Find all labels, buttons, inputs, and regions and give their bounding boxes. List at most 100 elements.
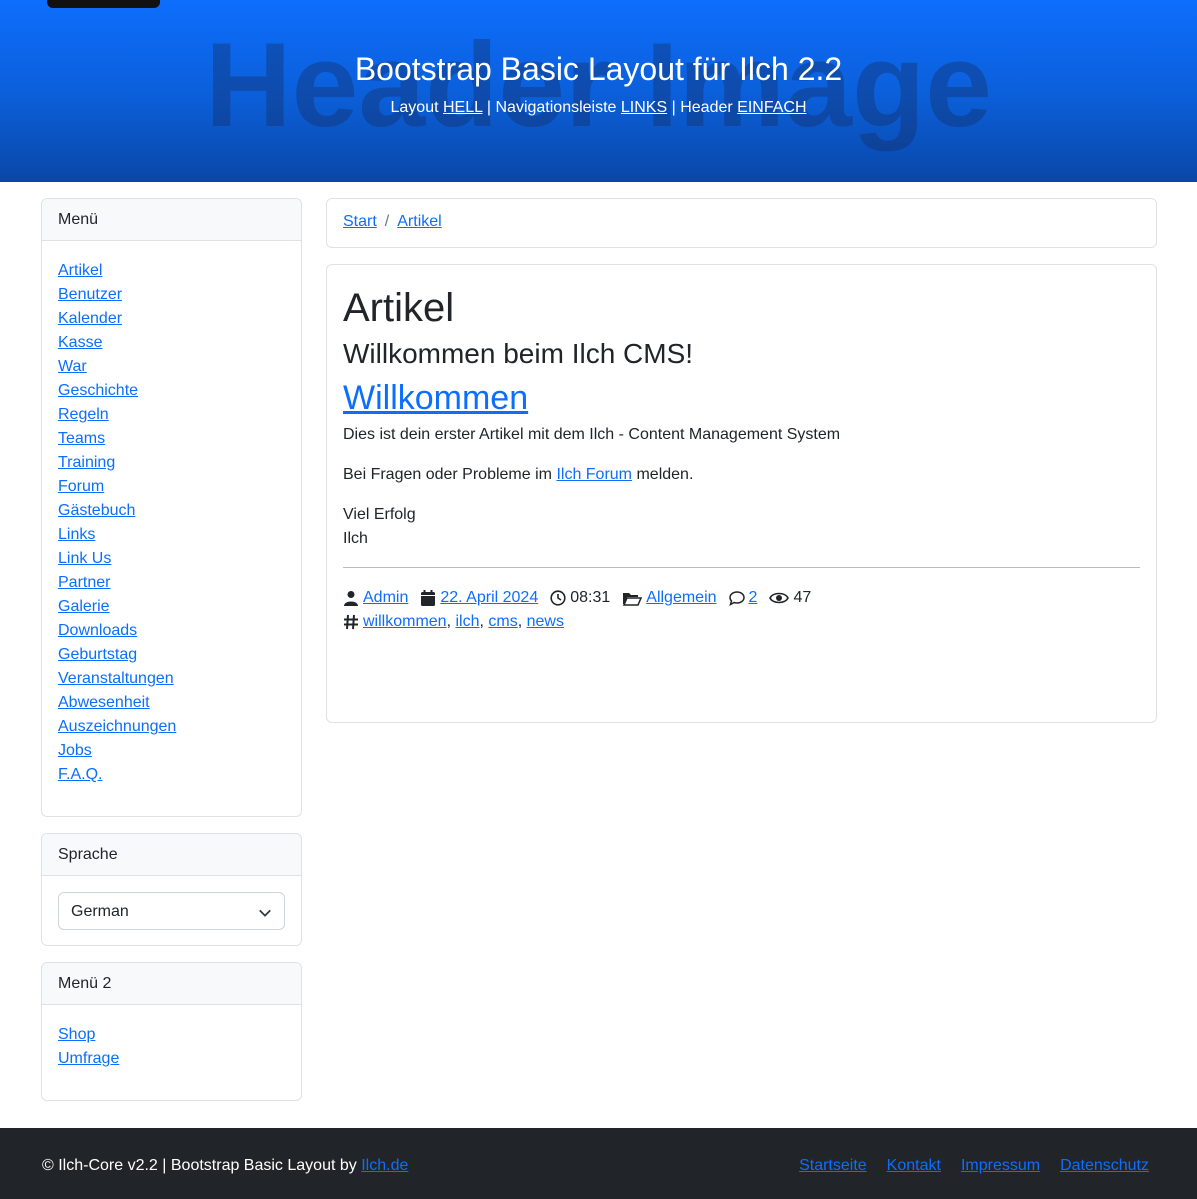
sidebar-link-regeln[interactable]: Regeln (58, 406, 109, 423)
sidebar-item-benutzer: Benutzer (58, 283, 285, 307)
article-title-link[interactable]: Willkommen (343, 377, 1140, 419)
language-select-value: German (71, 903, 129, 920)
footer-links: Startseite Kontakt Impressum Datenschutz (779, 1128, 1149, 1199)
footer-link-kontakt[interactable]: Kontakt (887, 1157, 941, 1174)
breadcrumb-card: Start / Artikel (326, 198, 1157, 248)
sidebar-item-link-us: Link Us (58, 547, 285, 571)
sidebar-item-geschichte: Geschichte (58, 379, 285, 403)
language-card-title: Sprache (42, 834, 301, 876)
sidebar-link-kalender[interactable]: Kalender (58, 310, 122, 327)
sidebar-link-f-a-q[interactable]: F.A.Q. (58, 766, 102, 783)
menu-list: Artikel Benutzer Kalender Kasse War Geschicht… (42, 241, 301, 787)
tag-list: willkommen, ilch, cms, news (363, 610, 564, 634)
page-title: Artikel (343, 286, 455, 330)
sidebar-link-veranstaltungen[interactable]: Veranstaltungen (58, 670, 174, 687)
sidebar-link-abwesenheit[interactable]: Abwesenheit (58, 694, 150, 711)
article-meta: Admin 22. April 2024 08:31 Allgemein 2 4… (343, 586, 1140, 610)
ilch-link[interactable]: Ilch.de (361, 1157, 408, 1174)
sidebar-link-geschichte[interactable]: Geschichte (58, 382, 138, 399)
site-title: Bootstrap Basic Layout für Ilch 2.2 (354, 51, 843, 87)
sidebar-item-artikel: Artikel (58, 259, 285, 283)
sidebar-link-links[interactable]: Links (58, 526, 95, 543)
breadcrumb-start[interactable]: Start (343, 213, 377, 230)
tag-link-cms[interactable]: cms (488, 613, 517, 630)
footer-link-impressum[interactable]: Impressum (961, 1157, 1040, 1174)
sidebar-link-partner[interactable]: Partner (58, 574, 110, 591)
article-closing-1: Viel Erfolg (343, 506, 416, 523)
copyright-text: © Ilch-Core v2.2 | Bootstrap Basic Layou… (42, 1157, 357, 1174)
comment-icon (728, 590, 745, 606)
sidebar-link-kasse[interactable]: Kasse (58, 334, 102, 351)
sidebar-item-geburtstag: Geburtstag (58, 643, 285, 667)
site-subtitle: Layout HELL | Navigationsleiste LINKS | … (0, 96, 1197, 120)
sidebar-item-veranstaltungen: Veranstaltungen (58, 667, 285, 691)
questions-text-post: melden. (636, 466, 694, 483)
sidebar-link-war[interactable]: War (58, 358, 87, 375)
sidebar-item-auszeichnungen: Auszeichnungen (58, 715, 285, 739)
footer-copyright: © Ilch-Core v2.2 | Bootstrap Basic Layou… (42, 1128, 408, 1199)
sidebar-item-links: Links (58, 523, 285, 547)
subtitle-nav-link[interactable]: LINKS (621, 99, 667, 116)
views-value: 47 (793, 589, 812, 606)
calendar-icon (420, 590, 436, 606)
sidebar-link-benutzer[interactable]: Benutzer (58, 286, 122, 303)
sidebar-link-auszeichnungen[interactable]: Auszeichnungen (58, 718, 176, 735)
sidebar-menu2-card: Menü 2 Shop Umfrage (41, 962, 302, 1101)
chevron-down-icon (258, 893, 272, 931)
article-questions: Bei Fragen oder Probleme im Ilch Forum m… (343, 463, 1140, 487)
sidebar2-item-shop: Shop (58, 1023, 285, 1047)
sidebar-link-teams[interactable]: Teams (58, 430, 105, 447)
article-intro: Dies ist dein erster Artikel mit dem Ilc… (343, 426, 841, 443)
sidebar-link-training[interactable]: Training (58, 454, 115, 471)
sidebar-item-kalender: Kalender (58, 307, 285, 331)
sidebar-item-galerie: Galerie (58, 595, 285, 619)
folder-open-icon (622, 590, 643, 606)
footer-link-datenschutz[interactable]: Datenschutz (1060, 1157, 1149, 1174)
date-link[interactable]: 22. April 2024 (440, 586, 538, 610)
breadcrumb-current[interactable]: Artikel (397, 213, 441, 230)
article-closing-2: Ilch (343, 530, 368, 547)
sidebar-item-gästebuch: Gästebuch (58, 499, 285, 523)
hashtag-icon (343, 614, 359, 630)
eye-icon (769, 590, 790, 606)
questions-text-pre: Bei Fragen oder Probleme im (343, 466, 552, 483)
tag-separator: , (517, 613, 527, 630)
sidebar-link-geburtstag[interactable]: Geburtstag (58, 646, 137, 663)
article-tags: willkommen, ilch, cms, news (343, 610, 1140, 634)
top-bar (47, 0, 160, 8)
sidebar-link-artikel[interactable]: Artikel (58, 262, 102, 279)
sidebar-item-f-a-q: F.A.Q. (58, 763, 285, 787)
tag-link-news[interactable]: news (527, 613, 564, 630)
sidebar2-link-shop[interactable]: Shop (58, 1026, 95, 1043)
subtitle-header-label: Header (680, 99, 733, 116)
sidebar-link-link-us[interactable]: Link Us (58, 550, 111, 567)
sidebar-item-teams: Teams (58, 427, 285, 451)
subtitle-nav-label: Navigationsleiste (495, 99, 617, 116)
comments-link[interactable]: 2 (749, 586, 758, 610)
language-select[interactable]: German (58, 892, 285, 930)
time-value: 08:31 (570, 589, 611, 606)
article-card: Artikel Willkommen beim Ilch CMS! Willko… (326, 264, 1157, 723)
sidebar-item-abwesenheit: Abwesenheit (58, 691, 285, 715)
breadcrumb: Start / Artikel (327, 199, 1156, 245)
author-link[interactable]: Admin (363, 586, 408, 610)
sidebar-link-downloads[interactable]: Downloads (58, 622, 137, 639)
sidebar-link-jobs[interactable]: Jobs (58, 742, 92, 759)
menu2-card-title: Menü 2 (42, 963, 301, 1005)
sidebar-item-partner: Partner (58, 571, 285, 595)
tag-link-ilch[interactable]: ilch (455, 613, 479, 630)
clock-icon (550, 590, 566, 606)
sidebar-link-forum[interactable]: Forum (58, 478, 104, 495)
sidebar2-link-umfrage[interactable]: Umfrage (58, 1050, 119, 1067)
subtitle-header-link[interactable]: EINFACH (737, 99, 806, 116)
forum-link[interactable]: Ilch Forum (556, 466, 632, 483)
footer: © Ilch-Core v2.2 | Bootstrap Basic Layou… (0, 1128, 1197, 1199)
sidebar2-item-umfrage: Umfrage (58, 1047, 285, 1071)
sidebar-link-galerie[interactable]: Galerie (58, 598, 110, 615)
sidebar-item-jobs: Jobs (58, 739, 285, 763)
footer-link-startseite[interactable]: Startseite (799, 1157, 867, 1174)
subtitle-layout-link[interactable]: HELL (443, 99, 482, 116)
tag-link-willkommen[interactable]: willkommen (363, 613, 447, 630)
category-link[interactable]: Allgemein (646, 586, 716, 610)
sidebar-link-gästebuch[interactable]: Gästebuch (58, 502, 135, 519)
